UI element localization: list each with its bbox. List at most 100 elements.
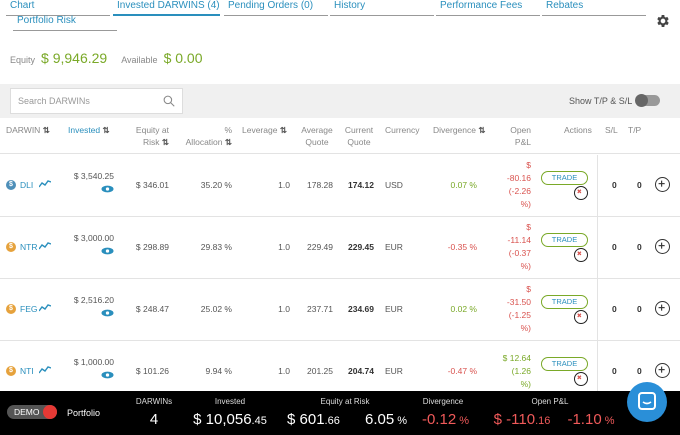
tp-value: 0	[637, 366, 642, 376]
leverage-value: 1.0	[278, 180, 290, 190]
tab-history[interactable]: History	[330, 0, 434, 16]
footer-darwins-value: 4	[149, 411, 159, 428]
add-order-button[interactable]	[655, 177, 670, 192]
add-order-button[interactable]	[655, 239, 670, 254]
eye-icon[interactable]	[101, 185, 114, 193]
close-icon	[577, 375, 582, 380]
close-position-button[interactable]	[574, 372, 588, 386]
sl-value: 0	[612, 242, 617, 252]
search-input[interactable]	[11, 89, 151, 113]
demo-toggle[interactable]: DEMO	[7, 405, 57, 419]
chat-button[interactable]	[627, 382, 667, 422]
col-invested[interactable]: Invested ⇅	[68, 124, 110, 136]
add-order-button[interactable]	[655, 363, 670, 378]
column-divider	[597, 279, 598, 341]
eye-icon[interactable]	[101, 309, 114, 317]
invested-value: $ 3,540.25	[73, 171, 114, 181]
footer-divergence-label: Divergence	[422, 397, 464, 406]
col-leverage[interactable]: Leverage ⇅	[242, 124, 287, 136]
close-position-button[interactable]	[574, 186, 588, 200]
trade-button[interactable]: TRADE	[541, 171, 588, 185]
current-quote-value: 204.74	[348, 366, 374, 376]
col-allocation[interactable]: % Allocation ⇅	[186, 124, 232, 148]
trade-button[interactable]: TRADE	[541, 357, 588, 371]
darwin-name[interactable]: NTR	[20, 242, 37, 252]
table-header: DARWIN ⇅ Invested ⇅ Equity at Risk ⇅ % All…	[0, 118, 680, 154]
equity-label: Equity	[10, 55, 36, 65]
equity-at-risk-value: $ 298.89	[135, 242, 169, 252]
trend-chart-icon[interactable]	[39, 242, 51, 250]
trend-chart-icon[interactable]	[39, 304, 51, 312]
divergence-value: 0.07 %	[450, 180, 477, 190]
eye-icon[interactable]	[101, 371, 114, 379]
search-box	[10, 88, 183, 114]
average-quote-value: 201.25	[307, 366, 333, 376]
invested-value: $ 3,000.00	[73, 233, 114, 243]
tp-value: 0	[637, 180, 642, 190]
footer-ear-label: Equity at Risk	[320, 397, 370, 406]
tab-chart[interactable]: Chart	[6, 0, 110, 16]
tab-performance-fees[interactable]: Performance Fees	[436, 0, 540, 16]
show-tp-sl-label: Show T/P & S/L	[569, 96, 633, 106]
darwin-coin-icon: $	[6, 304, 16, 314]
divergence-value: -0.47 %	[447, 366, 477, 376]
sl-value: 0	[612, 304, 617, 314]
col-currency: Currency	[385, 125, 420, 135]
trend-chart-icon[interactable]	[39, 366, 51, 374]
invested-value: $ 2,516.20	[73, 295, 114, 305]
footer-invested-value: $ 10,056.45	[193, 411, 267, 428]
leverage-value: 1.0	[278, 304, 290, 314]
darwin-name[interactable]: NTI	[20, 366, 34, 376]
darwin-name[interactable]: DLI	[20, 180, 33, 190]
col-average-quote: Average Quote	[301, 125, 333, 147]
currency-value: EUR	[385, 304, 403, 314]
eye-icon[interactable]	[101, 247, 114, 255]
col-darwin[interactable]: DARWIN ⇅	[6, 124, 50, 136]
open-pnl-value: $ -11.14 (-0.37%)	[507, 222, 531, 271]
portfolio-footer: DEMO Portfolio DARWINs 4 Invested $ 10,0…	[0, 391, 680, 435]
filter-bar: Show T/P & S/L	[0, 84, 680, 118]
footer-ear-pct: 6.05 %	[365, 411, 408, 428]
chat-icon	[638, 392, 656, 410]
current-quote-value: 174.12	[348, 180, 374, 190]
footer-darwins-label: DARWINs	[135, 397, 173, 406]
trade-button[interactable]: TRADE	[541, 233, 588, 247]
col-actions: Actions	[564, 125, 592, 135]
table-row[interactable]: $ DLI $ 3,540.25 $ 346.01 35.20 % 1.0 17…	[0, 155, 680, 217]
search-icon[interactable]	[163, 95, 175, 107]
plus-icon	[658, 180, 665, 187]
plus-icon	[658, 242, 665, 249]
trend-chart-icon[interactable]	[39, 180, 51, 188]
tab-portfolio-risk[interactable]: Portfolio Risk	[13, 15, 117, 31]
equity-value: $ 9,946.29	[41, 50, 108, 66]
darwin-name[interactable]: FEG	[20, 304, 37, 314]
table-row[interactable]: $ NTR $ 3,000.00 $ 298.89 29.83 % 1.0 22…	[0, 217, 680, 279]
table-row[interactable]: $ FEG $ 2,516.20 $ 248.47 25.02 % 1.0 23…	[0, 279, 680, 341]
gear-icon[interactable]	[655, 13, 671, 29]
footer-pnl-label: Open P&L	[531, 397, 569, 406]
tab-pending-orders[interactable]: Pending Orders (0)	[224, 0, 328, 16]
divergence-value: 0.02 %	[450, 304, 477, 314]
demo-label: DEMO	[14, 407, 40, 417]
col-equity-at-risk[interactable]: Equity at Risk ⇅	[136, 124, 169, 148]
tab-rebates[interactable]: Rebates	[542, 0, 646, 16]
show-tp-sl-toggle[interactable]	[635, 94, 660, 107]
add-order-button[interactable]	[655, 301, 670, 316]
open-pnl-value: $ 12.64 (1.26%)	[502, 353, 531, 389]
average-quote-value: 237.71	[307, 304, 333, 314]
currency-value: EUR	[385, 366, 403, 376]
tab-invested-darwins[interactable]: Invested DARWINS (4)	[113, 0, 220, 16]
close-position-button[interactable]	[574, 310, 588, 324]
trade-button[interactable]: TRADE	[541, 295, 588, 309]
portfolio-label: Portfolio	[67, 408, 101, 418]
plus-icon	[658, 366, 665, 373]
col-divergence[interactable]: Divergence ⇅	[433, 124, 486, 136]
col-current-quote: Current Quote	[344, 125, 374, 147]
allocation-value: 29.83 %	[200, 242, 232, 252]
open-pnl-value: $ -31.50 (-1.25%)	[506, 284, 531, 333]
col-tp: T/P	[628, 125, 642, 135]
demo-toggle-knob	[43, 405, 57, 419]
close-position-button[interactable]	[574, 248, 588, 262]
divergence-value: -0.35 %	[447, 242, 477, 252]
account-summary: Equity $ 9,946.29 Available $ 0.00	[10, 50, 217, 68]
